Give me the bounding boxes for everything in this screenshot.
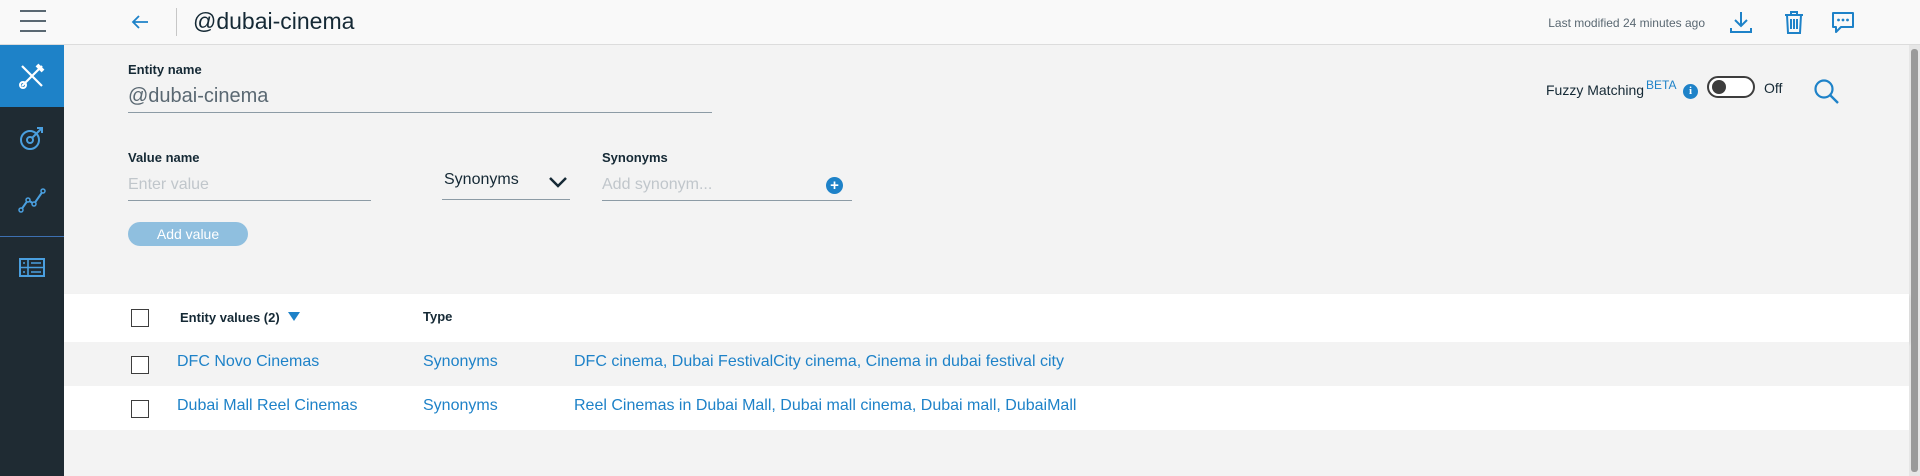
row-value-link[interactable]: Dubai Mall Reel Cinemas bbox=[177, 397, 358, 415]
page-title: @dubai-cinema bbox=[193, 8, 355, 34]
scroll-thumb[interactable] bbox=[1911, 49, 1918, 472]
trash-icon[interactable] bbox=[1781, 9, 1807, 35]
row-checkbox[interactable] bbox=[131, 356, 149, 374]
value-name-input[interactable] bbox=[128, 170, 371, 201]
row-type-link[interactable]: Synonyms bbox=[423, 397, 498, 415]
toggle-state-text: Off bbox=[1764, 80, 1783, 96]
hamburger-icon[interactable] bbox=[20, 10, 46, 34]
analytics-icon bbox=[18, 188, 46, 213]
info-icon[interactable]: i bbox=[1683, 84, 1698, 99]
entity-name-field[interactable]: @dubai-cinema bbox=[128, 83, 712, 113]
title-divider bbox=[176, 8, 177, 36]
deploy-icon bbox=[20, 127, 43, 150]
scrollbar[interactable] bbox=[1909, 45, 1920, 476]
sort-descending-icon[interactable] bbox=[288, 312, 300, 321]
left-nav-rail bbox=[0, 45, 64, 476]
type-select[interactable]: Synonyms bbox=[442, 166, 570, 200]
row-checkbox[interactable] bbox=[131, 400, 149, 418]
toggle-knob bbox=[1712, 80, 1726, 94]
synonyms-input[interactable] bbox=[602, 170, 852, 201]
beta-badge: BETA bbox=[1646, 78, 1677, 92]
column-header-entity-values[interactable]: Entity values (2) bbox=[180, 310, 280, 325]
chat-icon[interactable] bbox=[1830, 9, 1856, 35]
chevron-down-icon bbox=[549, 177, 567, 188]
last-modified-text: Last modified 24 minutes ago bbox=[1548, 16, 1705, 30]
rail-item-dashboard[interactable] bbox=[0, 237, 64, 299]
synonyms-label: Synonyms bbox=[602, 150, 668, 165]
select-all-checkbox[interactable] bbox=[131, 309, 149, 327]
row-synonyms-link[interactable]: Reel Cinemas in Dubai Mall, Dubai mall c… bbox=[574, 397, 1076, 415]
row-synonyms-link[interactable]: DFC cinema, Dubai FestivalCity cinema, C… bbox=[574, 353, 1064, 371]
table-header bbox=[64, 294, 1909, 342]
entity-name-label: Entity name bbox=[128, 62, 202, 77]
fuzzy-matching-toggle[interactable] bbox=[1707, 76, 1755, 98]
type-select-value: Synonyms bbox=[444, 171, 519, 188]
value-name-label: Value name bbox=[128, 150, 200, 165]
add-synonym-icon[interactable]: + bbox=[826, 177, 843, 194]
row-type-link[interactable]: Synonyms bbox=[423, 353, 498, 371]
back-arrow-icon[interactable] bbox=[128, 10, 152, 34]
tools-icon bbox=[19, 63, 45, 89]
rail-item-build[interactable] bbox=[0, 45, 64, 107]
download-icon[interactable] bbox=[1728, 9, 1754, 35]
column-header-type: Type bbox=[423, 309, 453, 324]
rail-item-improve[interactable] bbox=[0, 169, 64, 231]
row-value-link[interactable]: DFC Novo Cinemas bbox=[177, 353, 319, 371]
fuzzy-matching-label: Fuzzy Matching bbox=[1546, 82, 1645, 98]
search-icon[interactable] bbox=[1812, 77, 1840, 105]
top-header: @dubai-cinema Last modified 24 minutes a… bbox=[0, 0, 1920, 45]
rail-item-deploy[interactable] bbox=[0, 107, 64, 169]
add-value-button[interactable]: Add value bbox=[128, 222, 248, 246]
dashboard-icon bbox=[19, 258, 45, 277]
